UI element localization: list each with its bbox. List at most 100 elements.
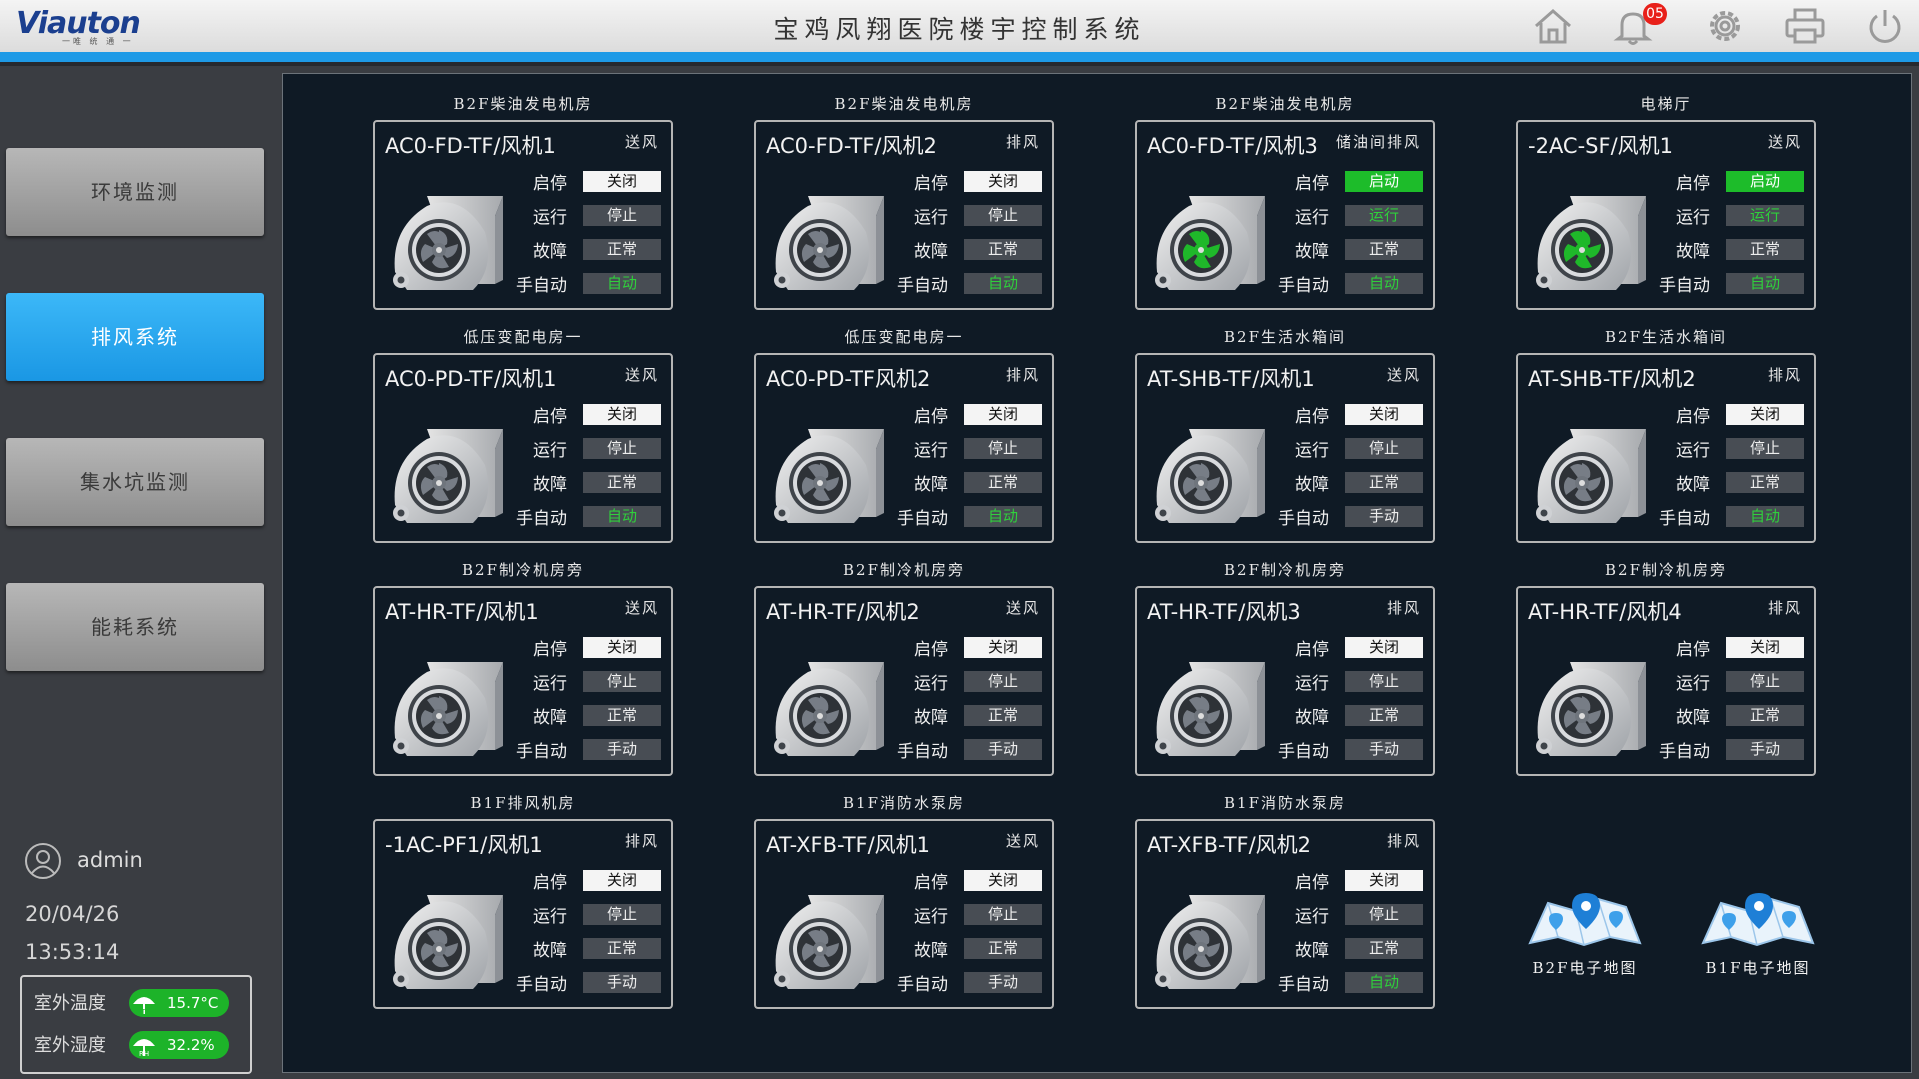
fan-card[interactable]: AT-HR-TF/风机4 排风 启停 关闭 运行 停止 故障 正常 手自动 手动 xyxy=(1516,586,1816,776)
map-label: B2F电子地图 xyxy=(1532,959,1638,977)
fan-card[interactable]: AT-SHB-TF/风机2 排风 启停 关闭 运行 停止 故障 正常 手自动 自… xyxy=(1516,353,1816,543)
fan-name: AC0-FD-TF/风机1 xyxy=(385,134,556,158)
start-stop-value[interactable]: 关闭 xyxy=(1345,870,1423,891)
fan-location-label: B2F柴油发电机房 xyxy=(834,95,974,113)
printer-icon[interactable] xyxy=(1782,6,1828,46)
fan-location-label: 低压变配电房一 xyxy=(463,328,583,346)
run-status-value: 停止 xyxy=(583,671,661,692)
home-icon[interactable] xyxy=(1530,6,1576,46)
start-stop-value[interactable]: 关闭 xyxy=(583,171,661,192)
fan-location-label: B2F柴油发电机房 xyxy=(1215,95,1355,113)
fault-label: 故障 xyxy=(1676,475,1710,495)
mode-value[interactable]: 自动 xyxy=(964,273,1042,294)
fan-icon xyxy=(385,638,513,760)
start-stop-value[interactable]: 关闭 xyxy=(1345,637,1423,658)
fan-card[interactable]: AC0-FD-TF/风机1 送风 启停 关闭 运行 停止 故障 正常 手自动 自… xyxy=(373,120,673,310)
current-time: 13:53:14 xyxy=(25,940,120,964)
fan-icon xyxy=(766,871,894,993)
start-stop-value[interactable]: 启动 xyxy=(1345,171,1423,192)
fan-name: AT-HR-TF/风机1 xyxy=(385,600,539,624)
outdoor-temp-label: 室外温度 xyxy=(34,993,106,1014)
mode-value[interactable]: 自动 xyxy=(1726,506,1804,527)
start-stop-value[interactable]: 关闭 xyxy=(583,870,661,891)
fan-card[interactable]: -2AC-SF/风机1 送风 启停 启动 运行 运行 故障 正常 手自动 自动 xyxy=(1516,120,1816,310)
mode-value[interactable]: 手动 xyxy=(964,972,1042,993)
fault-status-value: 正常 xyxy=(1345,239,1423,260)
outdoor-humidity-value: 32.2% xyxy=(167,1036,215,1054)
fault-status-value: 正常 xyxy=(964,938,1042,959)
fan-name: AC0-PD-TF/风机1 xyxy=(385,367,557,391)
mode-value[interactable]: 自动 xyxy=(1345,273,1423,294)
start-stop-value[interactable]: 关闭 xyxy=(964,637,1042,658)
start-stop-value[interactable]: 关闭 xyxy=(964,171,1042,192)
start-stop-value[interactable]: 关闭 xyxy=(1726,404,1804,425)
fan-type-label: 排风 xyxy=(624,832,659,850)
fan-card[interactable]: AT-HR-TF/风机3 排风 启停 关闭 运行 停止 故障 正常 手自动 手动 xyxy=(1135,586,1435,776)
mode-value[interactable]: 手动 xyxy=(1345,506,1423,527)
fan-location-label: B2F生活水箱间 xyxy=(1605,328,1727,346)
start-stop-label: 启停 xyxy=(533,640,567,660)
start-stop-value[interactable]: 关闭 xyxy=(1345,404,1423,425)
start-stop-label: 启停 xyxy=(1676,407,1710,427)
fan-card[interactable]: AT-HR-TF/风机2 送风 启停 关闭 运行 停止 故障 正常 手自动 手动 xyxy=(754,586,1054,776)
fan-icon xyxy=(385,871,513,993)
mode-value[interactable]: 手动 xyxy=(1726,739,1804,760)
mode-value[interactable]: 自动 xyxy=(583,273,661,294)
fault-label: 故障 xyxy=(914,475,948,495)
fan-name: AT-HR-TF/风机2 xyxy=(766,600,920,624)
user-avatar-icon[interactable] xyxy=(24,842,62,880)
fan-location-label: B2F制冷机房旁 xyxy=(462,561,584,579)
start-stop-label: 启停 xyxy=(1295,407,1329,427)
nav-energy-system-button[interactable]: 能耗系统 xyxy=(6,583,264,671)
run-label: 运行 xyxy=(1676,674,1710,694)
fan-card[interactable]: AC0-FD-TF/风机2 排风 启停 关闭 运行 停止 故障 正常 手自动 自… xyxy=(754,120,1054,310)
start-stop-value[interactable]: 关闭 xyxy=(1726,637,1804,658)
fan-cell: B2F柴油发电机房 AC0-FD-TF/风机3 储油间排风 启停 启动 运行 运… xyxy=(1135,93,1435,311)
start-stop-label: 启停 xyxy=(914,640,948,660)
mode-value[interactable]: 自动 xyxy=(583,506,661,527)
fan-card[interactable]: AC0-FD-TF/风机3 储油间排风 启停 启动 运行 运行 故障 正常 手自… xyxy=(1135,120,1435,310)
run-status-value: 停止 xyxy=(1726,438,1804,459)
start-stop-value[interactable]: 关闭 xyxy=(964,870,1042,891)
mode-value[interactable]: 手动 xyxy=(1345,739,1423,760)
fan-card[interactable]: AT-XFB-TF/风机2 排风 启停 关闭 运行 停止 故障 正常 手自动 自… xyxy=(1135,819,1435,1009)
fan-cell: B2F柴油发电机房 AC0-FD-TF/风机2 排风 启停 关闭 运行 停止 故… xyxy=(754,93,1054,311)
start-stop-value[interactable]: 关闭 xyxy=(583,404,661,425)
nav-exhaust-system-button[interactable]: 排风系统 xyxy=(6,293,264,381)
b1f-map-button[interactable]: B1F电子地图 xyxy=(1693,889,1823,978)
run-status-value: 停止 xyxy=(1345,904,1423,925)
fan-location-label: 低压变配电房一 xyxy=(844,328,964,346)
b2f-map-button[interactable]: B2F电子地图 xyxy=(1520,889,1650,978)
start-stop-value[interactable]: 关闭 xyxy=(964,404,1042,425)
mode-value[interactable]: 手动 xyxy=(583,972,661,993)
mode-value[interactable]: 手动 xyxy=(583,739,661,760)
run-status-value: 停止 xyxy=(964,904,1042,925)
nav-sump-monitor-button[interactable]: 集水坑监测 xyxy=(6,438,264,526)
fan-cell: B2F柴油发电机房 AC0-FD-TF/风机1 送风 启停 关闭 运行 停止 故… xyxy=(373,93,673,311)
fan-icon xyxy=(1528,405,1656,527)
fan-name: AC0-FD-TF/风机2 xyxy=(766,134,937,158)
gear-icon[interactable] xyxy=(1702,6,1748,46)
fan-card[interactable]: AT-HR-TF/风机1 送风 启停 关闭 运行 停止 故障 正常 手自动 手动 xyxy=(373,586,673,776)
mode-label: 手自动 xyxy=(897,975,948,995)
app-header: Viauton 一唯 统 通 一 宝鸡凤翔医院楼宇控制系统 05 xyxy=(0,0,1919,52)
fault-label: 故障 xyxy=(1676,242,1710,262)
start-stop-value[interactable]: 关闭 xyxy=(583,637,661,658)
power-icon[interactable] xyxy=(1862,6,1908,46)
fault-status-value: 正常 xyxy=(1345,705,1423,726)
fan-card[interactable]: AC0-PD-TF风机2 排风 启停 关闭 运行 停止 故障 正常 手自动 自动 xyxy=(754,353,1054,543)
fan-icon xyxy=(1147,405,1275,527)
fan-card[interactable]: AT-XFB-TF/风机1 送风 启停 关闭 运行 停止 故障 正常 手自动 手… xyxy=(754,819,1054,1009)
mode-value[interactable]: 自动 xyxy=(1345,972,1423,993)
fan-name: AT-XFB-TF/风机2 xyxy=(1147,833,1312,857)
fan-card[interactable]: AC0-PD-TF/风机1 送风 启停 关闭 运行 停止 故障 正常 手自动 自… xyxy=(373,353,673,543)
mode-value[interactable]: 自动 xyxy=(1726,273,1804,294)
fan-type-label: 排风 xyxy=(1386,599,1421,617)
mode-value[interactable]: 手动 xyxy=(964,739,1042,760)
fan-card[interactable]: -1AC-PF1/风机1 排风 启停 关闭 运行 停止 故障 正常 手自动 手动 xyxy=(373,819,673,1009)
fan-card[interactable]: AT-SHB-TF/风机1 送风 启停 关闭 运行 停止 故障 正常 手自动 手… xyxy=(1135,353,1435,543)
mode-value[interactable]: 自动 xyxy=(964,506,1042,527)
fan-name: AT-XFB-TF/风机1 xyxy=(766,833,931,857)
nav-env-monitor-button[interactable]: 环境监测 xyxy=(6,148,264,236)
start-stop-value[interactable]: 启动 xyxy=(1726,171,1804,192)
